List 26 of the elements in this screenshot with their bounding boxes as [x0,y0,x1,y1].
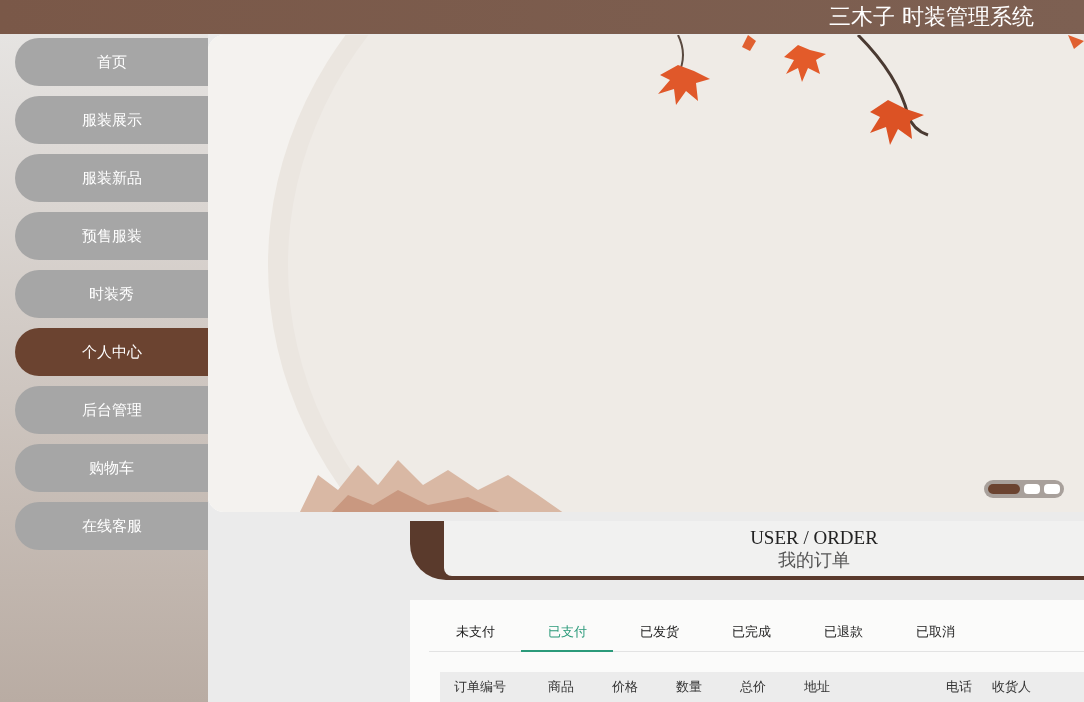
column-header: 电话 [946,678,973,697]
nav-item[interactable]: 服装新品 [15,154,208,202]
order-tab[interactable]: 已发货 [613,613,705,652]
nav-item[interactable]: 服装展示 [15,96,208,144]
column-header: 商品 [548,678,575,697]
column-header: 数量 [676,678,703,697]
site-title: 三木子 时装管理系统 [829,6,1034,31]
section-title: USER / ORDER [750,526,878,549]
nav-item[interactable]: 个人中心 [15,328,208,376]
order-tab[interactable]: 未支付 [429,613,521,652]
order-tab[interactable]: 已支付 [521,613,613,652]
column-header: 总价 [740,678,767,697]
column-header: 订单编号 [454,678,507,697]
nav-item[interactable]: 预售服装 [15,212,208,260]
section-subtitle: 我的订单 [778,548,850,571]
column-header: 收货人 [992,678,1032,697]
order-tab[interactable]: 已取消 [889,613,981,652]
nav-item[interactable]: 后台管理 [15,386,208,434]
nav-item[interactable]: 首页 [15,38,208,86]
nav-item[interactable]: 时装秀 [15,270,208,318]
order-tab[interactable]: 已完成 [705,613,797,652]
nav-item[interactable]: 购物车 [15,444,208,492]
nav-item[interactable]: 在线客服 [15,502,208,550]
column-header: 地址 [804,678,831,697]
order-tab[interactable]: 已退款 [797,613,889,652]
column-header: 价格 [612,678,639,697]
